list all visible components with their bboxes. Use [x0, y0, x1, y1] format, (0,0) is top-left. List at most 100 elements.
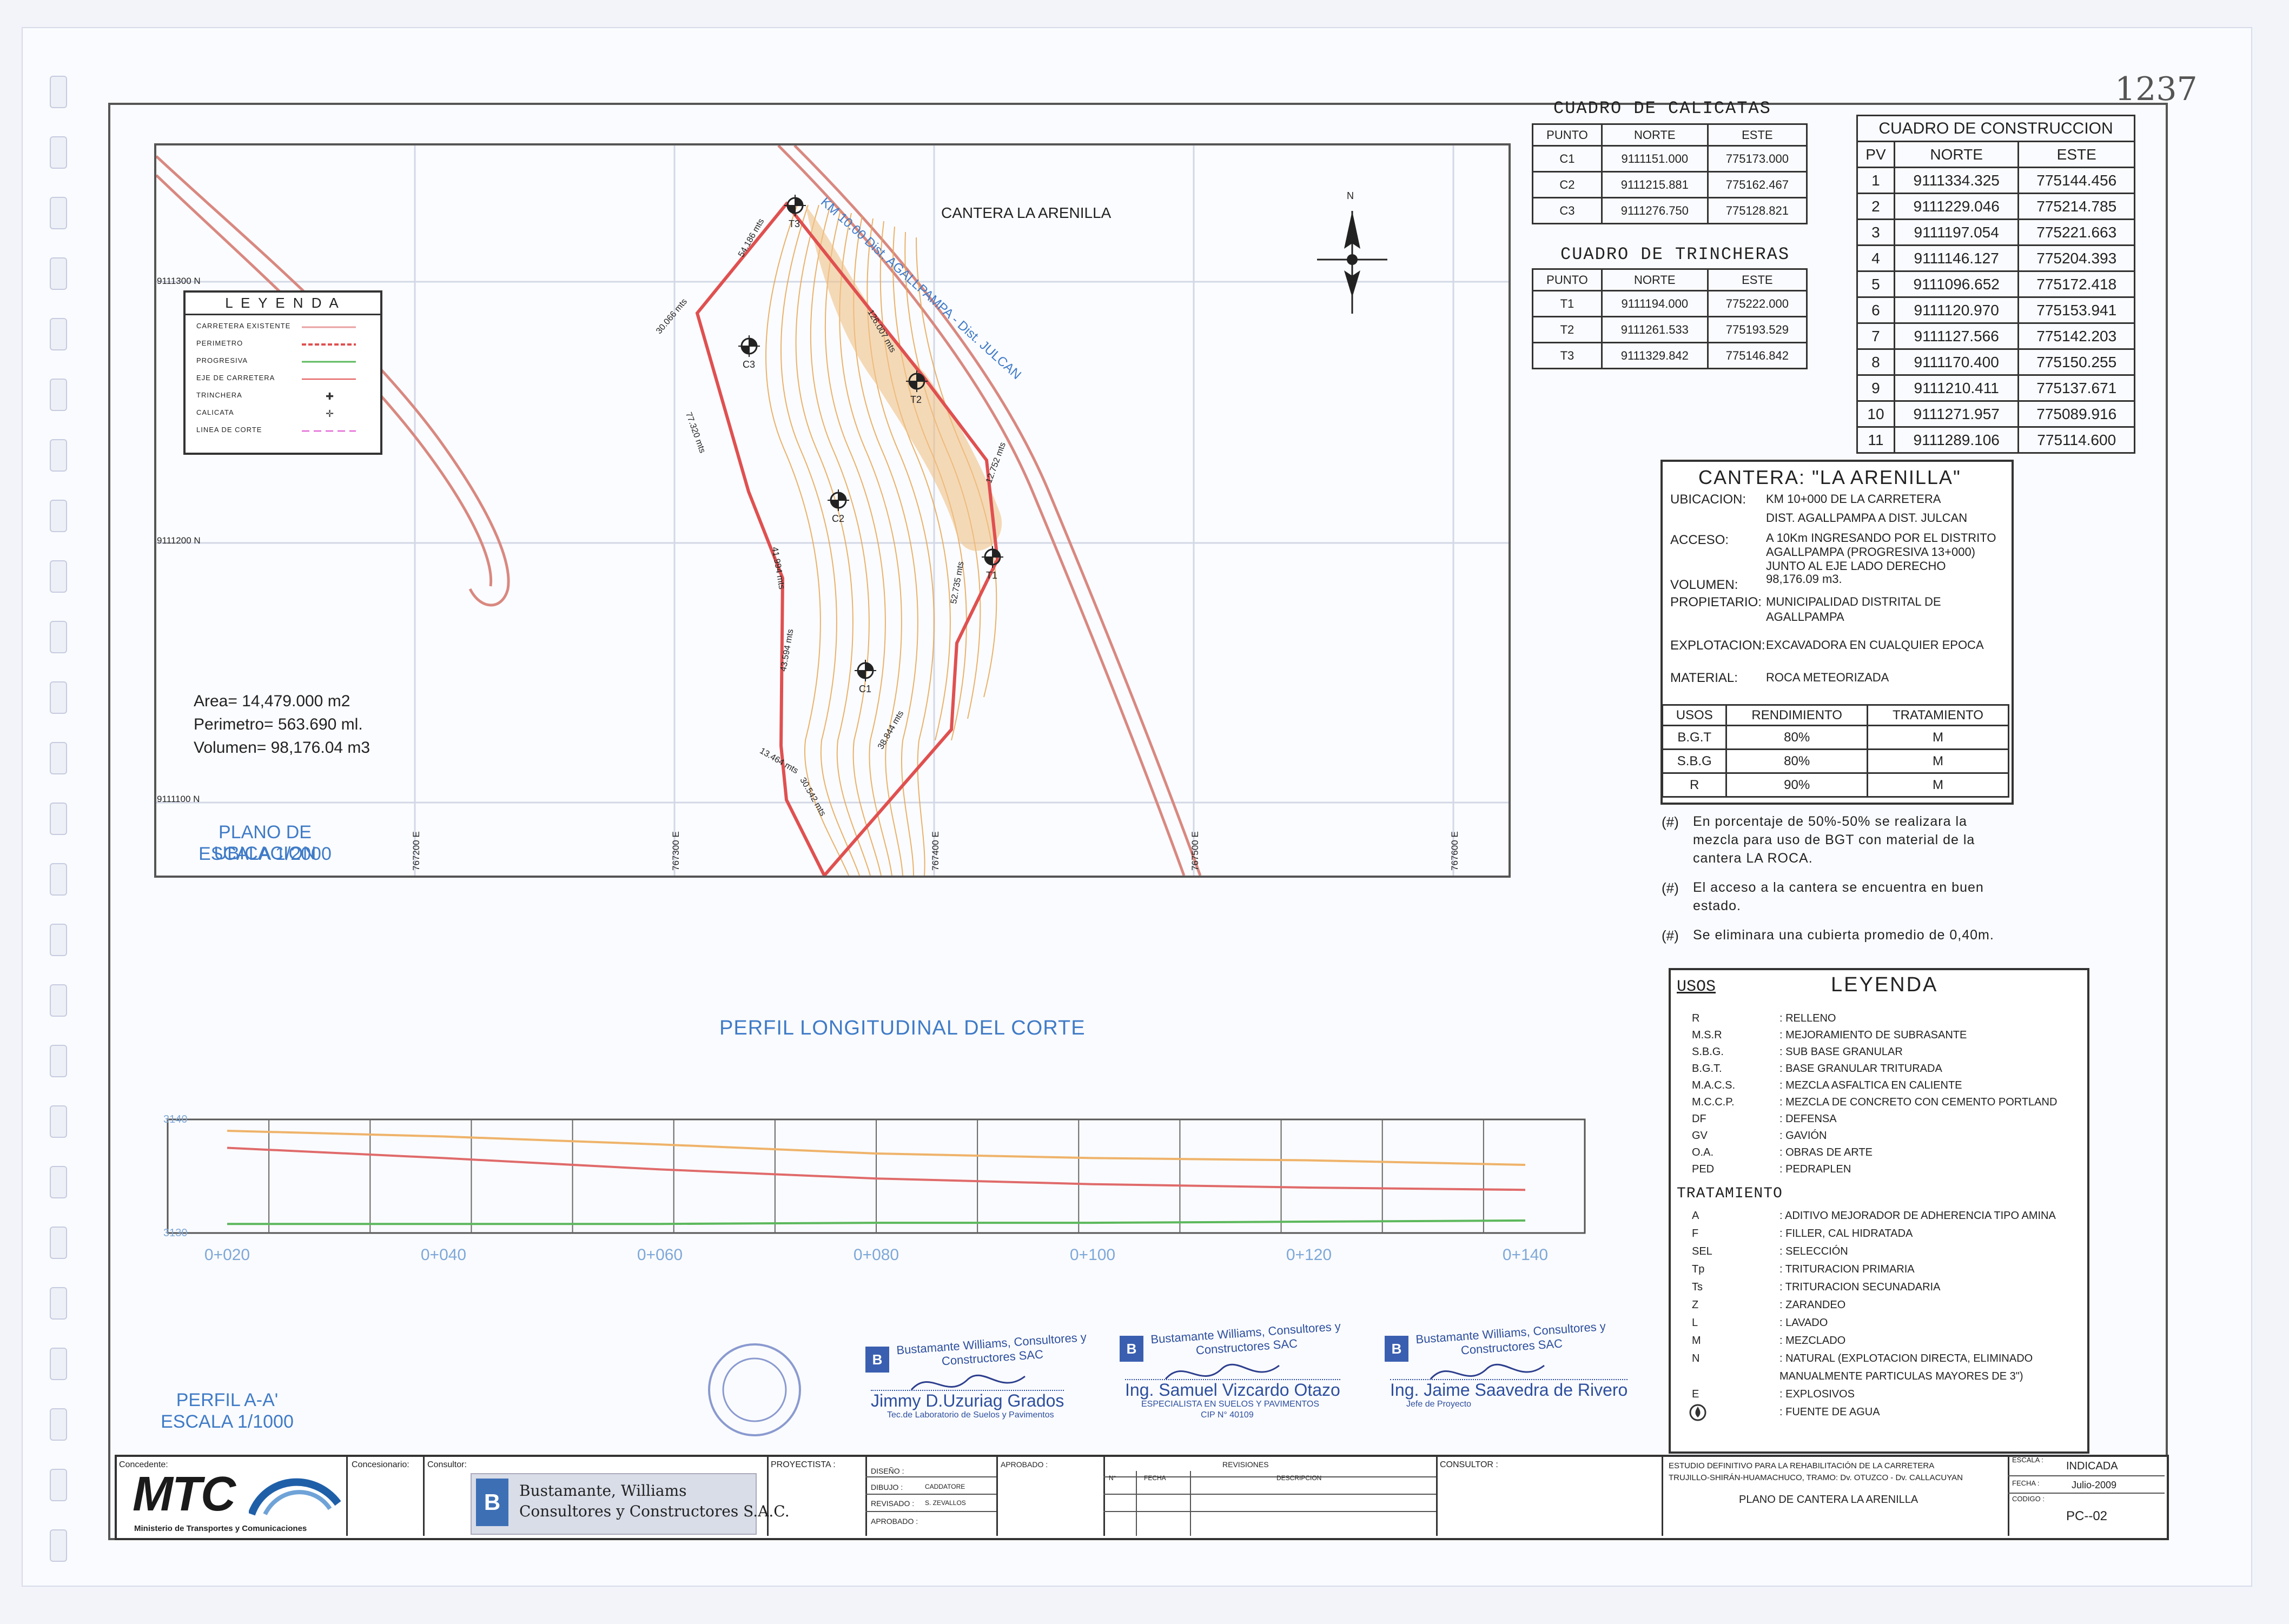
- binder-hole: [50, 1045, 67, 1077]
- point-label: T3: [789, 218, 801, 229]
- tratamiento-desc: : ADITIVO MEJORADOR DE ADHERENCIA TIPO A…: [1779, 1210, 2056, 1222]
- diseno-label: DISEÑO :: [871, 1467, 904, 1475]
- table-cell: 9111215.881: [1600, 171, 1709, 198]
- company-logo: B: [1385, 1336, 1408, 1362]
- escala-label: ESCALA :: [2012, 1456, 2043, 1464]
- point-label: C3: [743, 359, 756, 370]
- title-block-row-line: [865, 1511, 996, 1512]
- signature: [1163, 1352, 1282, 1393]
- mtc-logo-arc: [248, 1471, 341, 1522]
- construccion-title: CUADRO DE CONSTRUCCION: [1856, 115, 2135, 142]
- table-cell: 775153.941: [2017, 296, 2135, 324]
- map-legend-item: TRINCHERA: [196, 391, 242, 399]
- map-legend-item: CALICATA: [196, 408, 234, 416]
- map-legend-symbol: [302, 375, 361, 385]
- note-marker: (#): [1662, 814, 1679, 830]
- table-row: 6 9111120.970 775153.941: [1856, 296, 2135, 324]
- cantera-field: MATERIAL:: [1670, 671, 1738, 685]
- table-cell: 2: [1856, 193, 1895, 220]
- title-block-row-line: [865, 1476, 996, 1477]
- table-cell: 775162.467: [1706, 171, 1808, 198]
- revisado-value: S. ZEVALLOS: [925, 1499, 966, 1507]
- profile-station-label: 0+140: [1503, 1246, 1548, 1264]
- binder-hole: [50, 1469, 67, 1501]
- title-block-divider: [865, 1455, 867, 1536]
- aprobado-label-left: APROBADO :: [871, 1517, 918, 1526]
- profile-station-label: 0+040: [421, 1246, 466, 1264]
- grid-easting-label: 767300 E: [671, 831, 681, 871]
- stamp-role: Jefe de Proyecto: [1406, 1400, 1472, 1409]
- signature: [1428, 1352, 1547, 1393]
- table-cell: 775172.418: [2017, 270, 2135, 298]
- table-header: NORTE: [1893, 141, 2020, 168]
- bw-name-2: Consultores y Constructores S.A.C.: [519, 1502, 790, 1520]
- map-legend-item: CARRETERA EXISTENTE: [196, 322, 291, 330]
- construccion-table: CUADRO DE CONSTRUCCION PV NORTE ESTE 1 9111…: [1856, 115, 2135, 454]
- map-legend-item: LINEA DE CORTE: [196, 426, 262, 434]
- tratamiento-desc: : TRITURACION SECUNADARIA: [1779, 1281, 1941, 1293]
- binder-hole: [50, 136, 67, 169]
- binder-hole: [50, 1348, 67, 1380]
- table-cell: 8: [1856, 348, 1895, 376]
- point-marker: [854, 659, 877, 682]
- table-cell: 775204.393: [2017, 244, 2135, 272]
- tratamiento-desc: : EXPLOSIVOS: [1779, 1388, 1855, 1400]
- tratamiento-desc: : NATURAL (EXPLOTACION DIRECTA, ELIMINAD…: [1779, 1353, 2033, 1364]
- binder-hole: [50, 681, 67, 714]
- binder-hole: [50, 257, 67, 290]
- note-text: estado.: [1693, 898, 1742, 913]
- map-legend-symbol: ✚: [302, 391, 361, 402]
- grid-easting-label: 767400 E: [930, 831, 941, 871]
- cantera-title: CANTERA: "LA ARENILLA": [1698, 466, 1961, 488]
- usos-code: B.G.T.: [1692, 1063, 1722, 1075]
- revisions-col-line: [1190, 1471, 1191, 1536]
- grid-northing-label: 9111300 N: [157, 276, 201, 286]
- trincheras-title: CUADRO DE TRINCHERAS: [1560, 244, 1790, 264]
- tratamiento-code: Tp: [1692, 1263, 1705, 1275]
- binder-hole: [50, 1287, 67, 1320]
- binder-hole: [50, 1529, 67, 1562]
- cantera-field: ROCA METEORIZADA: [1766, 671, 1889, 684]
- table-row: 1 9111334.325 775144.456: [1856, 167, 2135, 194]
- table-cell: 9111271.957: [1893, 400, 2020, 428]
- table-cell: 9111120.970: [1893, 296, 2020, 324]
- table-header: ESTE: [1706, 123, 1808, 147]
- cantera-field: DIST. AGALLPAMPA A DIST. JULCAN: [1766, 511, 1968, 525]
- profile-y-label: 3130: [163, 1227, 188, 1239]
- table-cell: 6: [1856, 296, 1895, 324]
- table-cell: 775221.663: [2017, 218, 2135, 246]
- table-row: 2 9111229.046 775214.785: [1856, 193, 2135, 220]
- table-cell: 9111146.127: [1893, 244, 2020, 272]
- cantera-field: MUNICIPALIDAD DISTRITAL DE: [1766, 595, 1941, 608]
- cantera-field: EXCAVADORA EN CUALQUIER EPOCA: [1766, 638, 1984, 652]
- table-cell: T1: [1532, 290, 1603, 317]
- table-header: USOS: [1661, 704, 1728, 726]
- table-cell: 4: [1856, 244, 1895, 272]
- table-cell: 9111261.533: [1600, 316, 1709, 343]
- table-cell: 9111229.046: [1893, 193, 2020, 220]
- table-row: B.G.T 80% M: [1661, 725, 2010, 750]
- aprobado-label: APROBADO :: [1001, 1460, 1048, 1469]
- tratamiento-code: Ts: [1692, 1281, 1703, 1293]
- bw-name-1: Bustamante, Williams: [519, 1482, 687, 1500]
- grid-easting-label: 767200 E: [411, 831, 421, 871]
- map-legend: L E Y E N D A CARRETERA EXISTENTE PERIMET…: [183, 290, 382, 455]
- perimetro-text: Perimetro= 563.690 ml.: [194, 715, 363, 733]
- title-block-divider: [423, 1455, 425, 1536]
- cantera-field: 98,176.09 m3.: [1766, 572, 1842, 586]
- title-block-divider: [1103, 1455, 1105, 1536]
- usos-legend-title: LEYENDA: [1831, 973, 1939, 996]
- table-row: 7 9111127.566 775142.203: [1856, 322, 2135, 350]
- table-cell: 9111194.000: [1600, 290, 1709, 317]
- usos-table: USOS RENDIMIENTO TRATAMIENTO B.G.T 80% M S.B.…: [1661, 704, 2010, 798]
- signature: [909, 1363, 1028, 1403]
- binder-hole: [50, 439, 67, 472]
- map-legend-symbol: [302, 340, 361, 350]
- usos-desc: : MEZCLA DE CONCRETO CON CEMENTO PORTLAN…: [1779, 1096, 2058, 1108]
- stamp-role: ESPECIALISTA EN SUELOS Y PAVIMENTOS: [1141, 1400, 1320, 1409]
- point-label: C1: [859, 684, 872, 694]
- table-cell: 775193.529: [1706, 316, 1808, 343]
- map-legend-symbol: [302, 323, 361, 333]
- rev-col-desc: DESCRIPCION: [1276, 1474, 1322, 1482]
- binder-hole: [50, 984, 67, 1017]
